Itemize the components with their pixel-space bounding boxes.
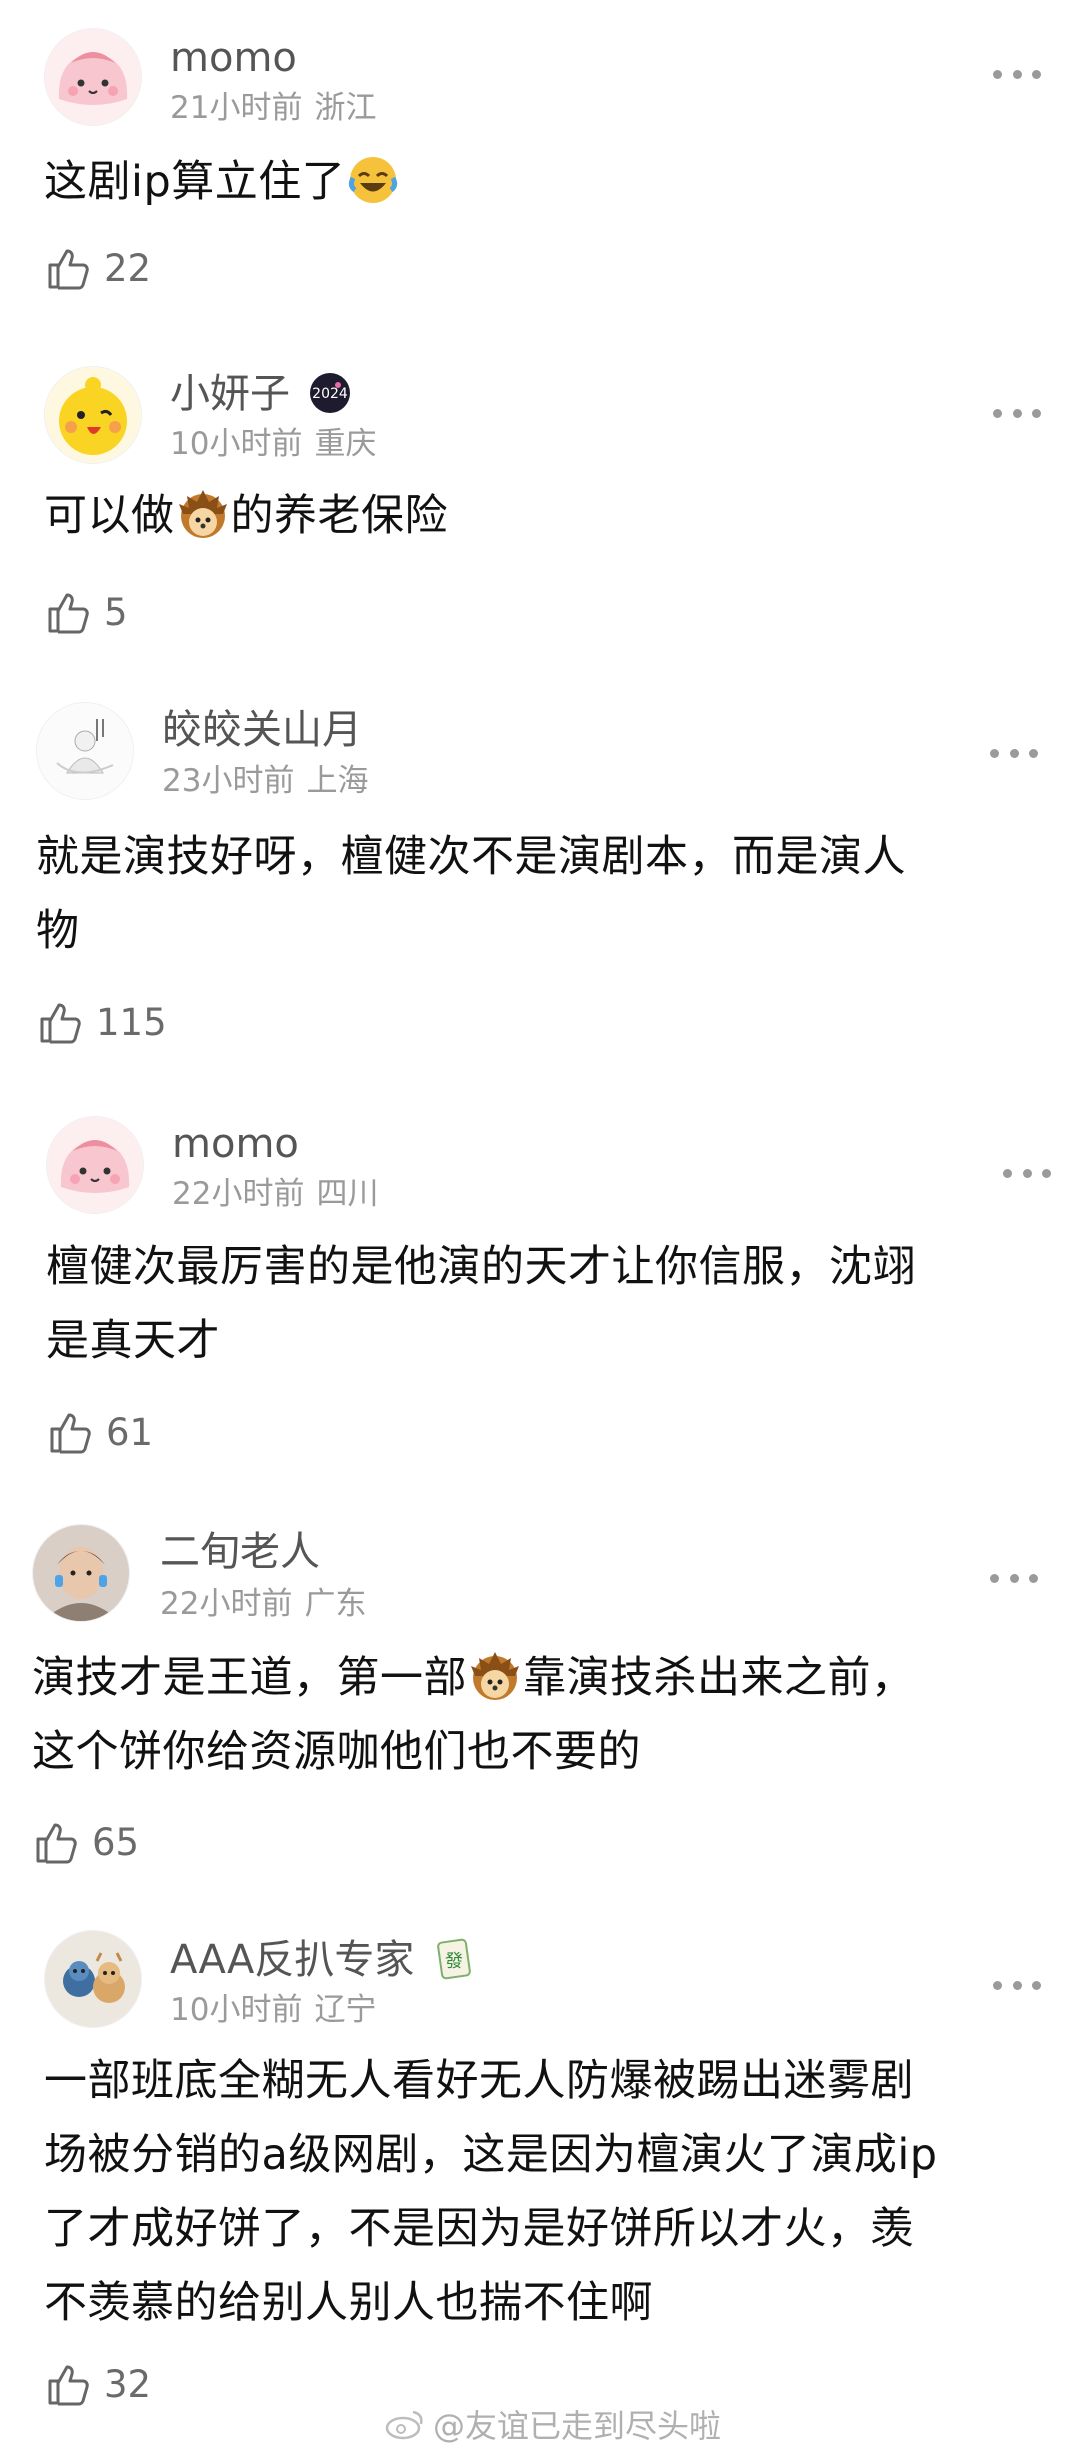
username[interactable]: 皎皎关山月 (162, 706, 362, 754)
location: 重庆 (314, 426, 377, 462)
avatar[interactable] (44, 366, 142, 464)
hedgehog-emoji-icon (178, 490, 227, 538)
like-button[interactable]: 22 (46, 242, 151, 294)
more-dots-icon[interactable] (993, 1978, 1041, 1992)
like-count: 115 (96, 1000, 167, 1044)
comment-text: 一部班底全糊无人看好无人防爆被踢出迷雾剧 场被分销的a级网剧，这是因为檀演火了演成… (44, 2056, 938, 2328)
avatar[interactable] (44, 1930, 142, 2028)
comment-meta: 10小时前 辽宁 (170, 1992, 376, 2028)
like-button[interactable]: 61 (48, 1406, 153, 1458)
comment-meta: 22小时前 四川 (172, 1176, 378, 1212)
comment-item: 皎皎关山月 23小时前 上海 就是演技好呀，檀健次不是演剧本，而是演人物 115 (0, 676, 1080, 1076)
more-dots-icon[interactable] (993, 406, 1041, 420)
sketch-figure-avatar-icon (37, 703, 133, 799)
comment-item: AAA反扒专家發 10小时前 辽宁 一部班底全糊无人看好无人防爆被踢出迷雾剧 场被分… (0, 1906, 1080, 2406)
like-count: 22 (104, 246, 152, 290)
badge-icon: 2024 (310, 373, 350, 413)
watermark-text: @友谊已走到尽头啦 (433, 2407, 722, 2445)
username[interactable]: 小妍子 2024 (170, 370, 352, 418)
more-dots-icon[interactable] (993, 67, 1041, 81)
weibo-logo-icon (385, 2410, 423, 2440)
username[interactable]: momo (172, 1120, 299, 1168)
comment-item: momo 21小时前 浙江 这剧ip算立住了 22 (0, 0, 1080, 330)
hedgehog-emoji-icon (471, 1652, 519, 1700)
like-button[interactable]: 115 (38, 996, 167, 1048)
mahjong-badge-icon: 發 (437, 1938, 472, 1980)
more-dots-icon[interactable] (990, 1571, 1038, 1585)
comment-meta: 21小时前 浙江 (170, 90, 376, 126)
svg-text:發: 發 (445, 1951, 463, 1972)
comment-text: 可以做 的养老保险 (44, 479, 1044, 553)
thumbs-up-icon (48, 593, 89, 634)
comment-item: 二旬老人 22小时前 广东 演技才是王道，第一部 靠演技杀出来之前， 这个饼你给资源咖… (0, 1498, 1080, 1898)
comment-meta: 22小时前 广东 (160, 1586, 366, 1622)
location: 广东 (304, 1586, 367, 1622)
avatar[interactable] (44, 28, 142, 126)
yellow-chick-avatar-icon (45, 367, 141, 463)
timestamp: 10小时前 (170, 1992, 303, 2028)
avatar[interactable] (46, 1116, 144, 1214)
timestamp: 22小时前 (160, 1586, 293, 1622)
pink-blob-avatar-icon (45, 29, 141, 125)
timestamp: 10小时前 (170, 426, 303, 462)
like-count: 5 (104, 590, 128, 634)
comment-text: 就是演技好呀，檀健次不是演剧本，而是演人物 (36, 832, 906, 956)
more-dots-icon[interactable] (1003, 1166, 1051, 1180)
location: 四川 (316, 1176, 379, 1212)
location: 上海 (306, 763, 369, 799)
like-count: 61 (106, 1410, 154, 1454)
username[interactable]: AAA反扒专家發 (170, 1936, 476, 1984)
thumbs-up-icon (40, 1003, 81, 1044)
thumbs-up-icon (48, 2365, 89, 2406)
location: 辽宁 (314, 1992, 377, 2028)
like-button[interactable]: 32 (46, 2358, 151, 2410)
pink-blob-avatar-icon (47, 1117, 143, 1213)
like-button[interactable]: 5 (46, 586, 128, 638)
comment-item: momo 22小时前 四川 檀健次最厉害的是他演的天才让你信服，沈翊 是真天才 61 (0, 1088, 1080, 1488)
more-dots-icon[interactable] (990, 746, 1038, 760)
avatar[interactable] (36, 702, 134, 800)
avatar[interactable] (32, 1524, 130, 1622)
timestamp: 21小时前 (170, 90, 303, 126)
photo-person-avatar-icon (33, 1525, 129, 1621)
thumbs-up-icon (36, 1823, 77, 1864)
comment-meta: 23小时前 上海 (162, 763, 368, 799)
laugh-cry-emoji-icon (349, 157, 398, 203)
thumbs-up-icon (48, 249, 89, 290)
username[interactable]: 二旬老人 (160, 1528, 320, 1576)
timestamp: 22小时前 (172, 1176, 305, 1212)
svg-text:2024: 2024 (312, 386, 348, 402)
comment-text: 演技才是王道，第一部 靠演技杀出来之前， 这个饼你给资源咖他们也不要的 (32, 1641, 1032, 1789)
comment-meta: 10小时前 重庆 (170, 426, 376, 462)
comment-text: 檀健次最厉害的是他演的天才让你信服，沈翊 是真天才 (46, 1242, 916, 1366)
timestamp: 23小时前 (162, 763, 295, 799)
comment-list: momo 21小时前 浙江 这剧ip算立住了 22 小妍子 2024 10小时前 重庆… (0, 0, 1080, 2447)
location: 浙江 (314, 90, 377, 126)
like-count: 32 (104, 2362, 152, 2406)
plush-toys-avatar-icon (45, 1931, 141, 2027)
thumbs-up-icon (50, 1413, 91, 1454)
like-count: 65 (92, 1820, 140, 1864)
like-button[interactable]: 65 (34, 1816, 139, 1868)
comment-item: 小妍子 2024 10小时前 重庆 可以做 的养老保险 5 (0, 336, 1080, 666)
username[interactable]: momo (170, 34, 297, 82)
watermark: @友谊已走到尽头啦 (385, 2402, 721, 2446)
comment-text: 这剧ip算立住了 (44, 145, 1044, 219)
